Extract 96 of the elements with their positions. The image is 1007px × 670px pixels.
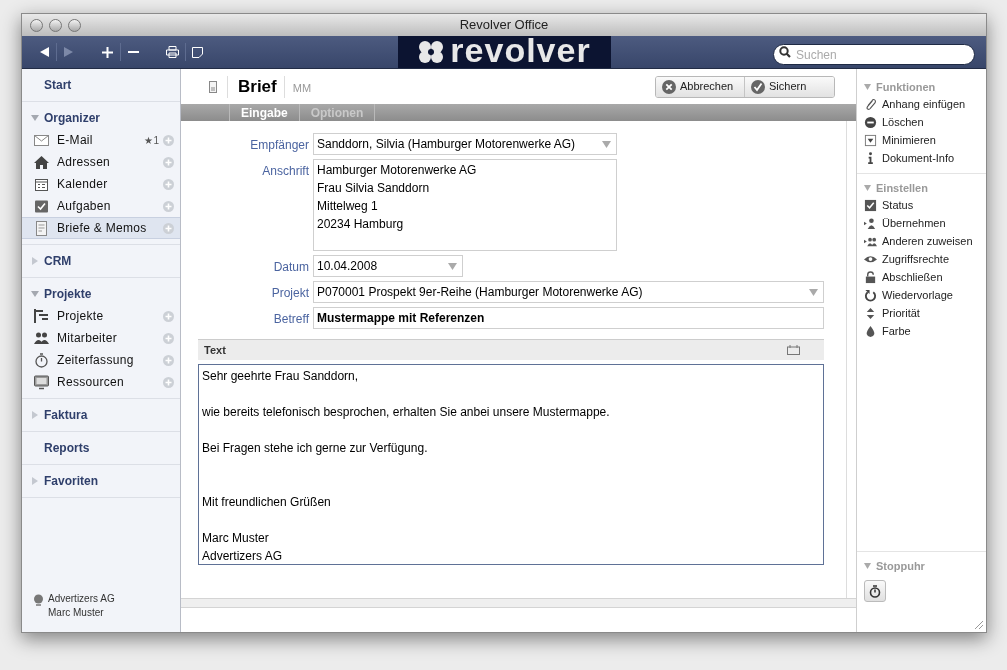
input-field[interactable]: Mustermappe mit Referenzen bbox=[313, 307, 824, 329]
panel-action[interactable]: Dokument-Info bbox=[864, 149, 979, 167]
search-field[interactable]: Suchen bbox=[773, 44, 975, 65]
panel-action[interactable]: Wiedervorlage bbox=[864, 286, 979, 304]
field-label: Betreff bbox=[272, 311, 310, 328]
note-icon[interactable] bbox=[192, 46, 203, 58]
disclosure-triangle-icon[interactable] bbox=[31, 257, 39, 265]
author-initials: MM bbox=[292, 80, 312, 96]
disclosure-triangle-icon bbox=[864, 84, 871, 90]
logo-text: revolver bbox=[450, 33, 591, 67]
house-icon bbox=[34, 154, 49, 170]
envelope-icon bbox=[34, 132, 49, 148]
panel-action[interactable]: Status bbox=[864, 196, 979, 214]
panel-action[interactable]: Anhang einfügen bbox=[864, 95, 979, 113]
collapse-box-icon bbox=[864, 133, 877, 147]
field-label: Datum bbox=[272, 259, 310, 276]
disclosure-triangle-icon[interactable] bbox=[31, 290, 39, 298]
resize-grip-icon[interactable] bbox=[972, 618, 984, 630]
stopwatch-button[interactable] bbox=[864, 580, 886, 602]
unread-count: ★1 bbox=[144, 133, 159, 148]
forward-icon[interactable] bbox=[64, 47, 73, 57]
window-title: Revolver Office bbox=[459, 16, 549, 35]
sidebar-item[interactable]: E-Mail ★1 bbox=[22, 129, 180, 151]
dropdown-field[interactable]: P070001 Prospekt 9er-Reihe (Hamburger Motorenwerke AG) bbox=[313, 281, 824, 303]
drop-icon bbox=[864, 324, 877, 338]
toolbar-button[interactable]: Abbrechen bbox=[656, 76, 745, 97]
sidebar-item[interactable]: Kalender bbox=[22, 173, 180, 195]
letter-text-field[interactable]: Sehr geehrte Frau Sanddorn, wie bereits telefonisch besprochen, erhalten Sie anbei unsere Mustermappe. Bei Fragen stehe ich gerne zur Verfügung. Mit freundlichen Grüßen Marc Muster Advertizers AG bbox=[198, 364, 824, 565]
disclosure-triangle-icon bbox=[864, 563, 871, 569]
minus-circle-icon bbox=[864, 115, 877, 129]
padlock-icon bbox=[864, 270, 877, 284]
search-icon bbox=[779, 45, 791, 58]
minimize-icon[interactable] bbox=[49, 18, 62, 32]
sidebar-link[interactable]: Reports bbox=[22, 437, 180, 459]
sidebar-section-header[interactable]: CRM bbox=[22, 250, 180, 272]
sidebar-section-header[interactable]: Favoriten bbox=[22, 470, 180, 492]
gantt-icon bbox=[34, 308, 49, 324]
panel-action[interactable]: Übernehmen bbox=[864, 214, 979, 232]
user-name: Marc Muster bbox=[48, 606, 105, 620]
logo-icon bbox=[418, 40, 445, 64]
stopwatch-icon bbox=[869, 584, 881, 598]
panel-action[interactable]: Minimieren bbox=[864, 131, 979, 149]
zoom-icon[interactable] bbox=[68, 18, 81, 32]
sidebar-item[interactable]: Adressen bbox=[22, 151, 180, 173]
calendar-icon bbox=[34, 176, 49, 192]
field-label: Empfänger bbox=[249, 137, 310, 154]
sidebar-item[interactable]: Projekte bbox=[22, 305, 180, 327]
paperclip-icon bbox=[864, 97, 877, 111]
panel-action[interactable]: Priorität bbox=[864, 304, 979, 322]
document-type: Brief bbox=[238, 75, 277, 98]
back-icon[interactable] bbox=[40, 47, 49, 57]
sidebar-section-header[interactable]: Projekte bbox=[22, 283, 180, 305]
person-arrow-icon bbox=[864, 216, 877, 230]
sidebar-item[interactable]: Mitarbeiter bbox=[22, 327, 180, 349]
letter-icon bbox=[34, 220, 49, 236]
disclosure-triangle-icon[interactable] bbox=[31, 477, 39, 485]
checkmark-icon bbox=[751, 79, 765, 94]
close-icon[interactable] bbox=[30, 18, 43, 32]
address-field[interactable]: Hamburger Motorenwerke AG Frau Silvia Sanddorn Mittelweg 1 20234 Hamburg bbox=[313, 159, 617, 251]
company-name: Advertizers AG bbox=[48, 592, 115, 606]
section-title: Text bbox=[204, 342, 226, 358]
panel-action[interactable]: Abschließen bbox=[864, 268, 979, 286]
cancel-icon bbox=[662, 79, 676, 94]
dropdown-arrow-icon bbox=[602, 141, 611, 148]
sidebar-item[interactable]: Aufgaben bbox=[22, 195, 180, 217]
document-icon bbox=[209, 80, 217, 93]
sidebar-item[interactable]: Ressourcen bbox=[22, 371, 180, 393]
print-icon[interactable] bbox=[166, 46, 179, 58]
panel-action[interactable]: Farbe bbox=[864, 322, 979, 340]
checkbox-icon bbox=[864, 198, 877, 212]
sidebar-link[interactable]: Start bbox=[22, 74, 180, 96]
panel-action[interactable]: Löschen bbox=[864, 113, 979, 131]
disclosure-triangle-icon bbox=[864, 185, 871, 191]
dropdown-arrow-icon bbox=[448, 263, 457, 270]
up-down-icon bbox=[864, 306, 877, 320]
disclosure-triangle-icon[interactable] bbox=[31, 114, 39, 122]
toolbar-button[interactable]: Sichern bbox=[745, 76, 834, 97]
sidebar-item[interactable]: Briefe & Memos bbox=[22, 217, 180, 239]
people-icon bbox=[34, 330, 49, 346]
dropdown-field[interactable]: 10.04.2008 bbox=[313, 255, 463, 277]
calendar-icon[interactable] bbox=[787, 345, 800, 355]
add-icon[interactable] bbox=[102, 46, 113, 58]
sidebar-section-header[interactable]: Faktura bbox=[22, 404, 180, 426]
circular-arrow-icon bbox=[864, 288, 877, 302]
field-label: Projekt bbox=[270, 285, 310, 302]
sidebar-item[interactable]: Zeiterfassung bbox=[22, 349, 180, 371]
disclosure-triangle-icon[interactable] bbox=[31, 411, 39, 419]
panel-action[interactable]: Anderen zuweisen bbox=[864, 232, 979, 250]
dropdown-field[interactable]: Sanddorn, Silvia (Hamburger Motorenwerke AG) bbox=[313, 133, 617, 155]
field-label: Anschrift bbox=[261, 163, 310, 180]
sidebar-section-header[interactable]: Organizer bbox=[22, 107, 180, 129]
stopwatch-icon bbox=[34, 352, 49, 368]
checkbox-icon bbox=[34, 198, 49, 214]
monitor-icon bbox=[34, 374, 49, 390]
dropdown-arrow-icon bbox=[809, 289, 818, 296]
panel-action[interactable]: Zugriffsrechte bbox=[864, 250, 979, 268]
